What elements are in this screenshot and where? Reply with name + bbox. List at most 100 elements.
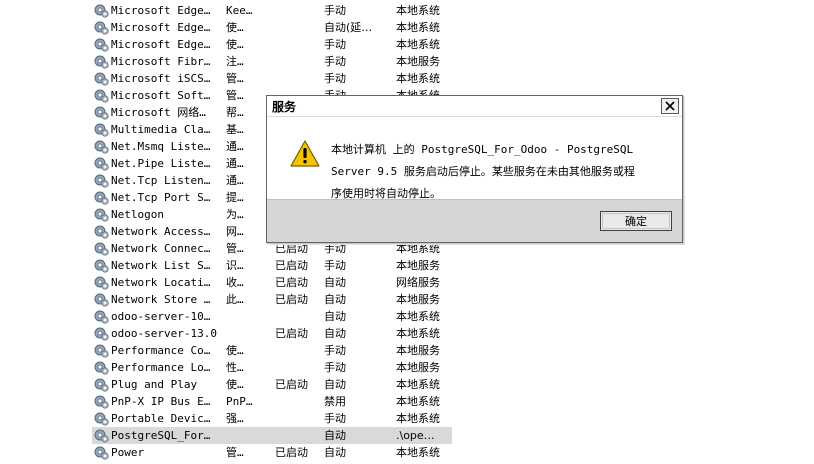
service-name: Microsoft Fibr…	[111, 55, 211, 68]
gear-icon	[94, 54, 109, 69]
service-row[interactable]: Microsoft Edge… Kee… 手动 本地系统	[92, 2, 452, 19]
service-logon-as: 本地服务	[396, 259, 440, 272]
service-name: Performance Lo…	[111, 361, 211, 374]
gear-icon	[94, 326, 109, 341]
gear-icon	[94, 122, 109, 137]
service-row[interactable]: Plug and Play 使… 已启动 自动 本地系统	[92, 376, 452, 393]
gear-icon	[94, 139, 109, 154]
gear-icon	[94, 360, 109, 375]
service-name: Network Store …	[111, 293, 211, 306]
service-status: 已启动	[275, 276, 308, 289]
service-startup-type: 自动	[324, 327, 346, 340]
service-startup-type: 手动	[324, 72, 346, 85]
gear-icon	[94, 258, 109, 273]
gear-icon	[94, 173, 109, 188]
service-description: 识…	[226, 259, 244, 272]
service-row[interactable]: Power 管… 已启动 自动 本地系统	[92, 444, 452, 461]
service-logon-as: 本地系统	[396, 21, 440, 34]
service-name: Microsoft Soft…	[111, 89, 211, 102]
service-row[interactable]: Performance Lo… 性… 手动 本地服务	[92, 359, 452, 376]
service-startup-type: 手动	[324, 55, 346, 68]
service-row[interactable]: odoo-server-10… 自动 本地系统	[92, 308, 452, 325]
dialog-titlebar[interactable]: 服务	[267, 96, 682, 117]
warning-icon	[290, 140, 320, 170]
gear-icon	[94, 343, 109, 358]
service-startup-type: 手动	[324, 361, 346, 374]
message-line: Server 9.5 服务启动后停止。某些服务在未由其他服务或程	[331, 165, 635, 178]
service-logon-as: 本地服务	[396, 344, 440, 357]
gear-icon	[94, 445, 109, 460]
service-status: 已启动	[275, 259, 308, 272]
service-name: Power	[111, 446, 145, 459]
service-name: Microsoft 网络…	[111, 106, 206, 119]
service-description: 使…	[226, 21, 244, 34]
service-logon-as: 本地系统	[396, 72, 440, 85]
gear-icon	[94, 275, 109, 290]
service-name: PostgreSQL_For…	[111, 429, 211, 442]
service-logon-as: 本地系统	[396, 38, 440, 51]
service-name: PnP-X IP Bus E…	[111, 395, 211, 408]
service-row[interactable]: Microsoft iSCS… 管… 手动 本地系统	[92, 70, 452, 87]
service-row[interactable]: PostgreSQL_For… 自动 .\ope…	[92, 427, 452, 444]
close-icon	[665, 101, 675, 111]
service-startup-type: 自动	[324, 310, 346, 323]
service-row[interactable]: Microsoft Edge… 使… 手动 本地系统	[92, 36, 452, 53]
service-startup-type: 手动	[324, 4, 346, 17]
close-button[interactable]	[661, 98, 679, 114]
service-name: Network Access…	[111, 225, 211, 238]
service-startup-type: 手动	[324, 259, 346, 272]
service-status: 已启动	[275, 446, 308, 459]
service-logon-as: 本地系统	[396, 412, 440, 425]
service-name: Portable Devic…	[111, 412, 211, 425]
gear-icon	[94, 411, 109, 426]
service-startup-type: 自动	[324, 378, 346, 391]
service-startup-type: 自动(延…	[324, 21, 373, 34]
service-row[interactable]: Network Locati… 收… 已启动 自动 网络服务	[92, 274, 452, 291]
service-name: Net.Tcp Listen…	[111, 174, 211, 187]
service-description: PnP…	[226, 395, 253, 408]
service-row[interactable]: PnP-X IP Bus E… PnP… 禁用 本地系统	[92, 393, 452, 410]
service-name: Microsoft Edge…	[111, 38, 211, 51]
service-startup-type: 自动	[324, 276, 346, 289]
dialog-body: 本地计算机 上的 PostgreSQL_For_Odoo - PostgreSQ…	[267, 117, 682, 199]
gear-icon	[94, 292, 109, 307]
service-row[interactable]: Network Store … 此… 已启动 自动 本地服务	[92, 291, 452, 308]
services-error-dialog: 服务 本地计算机 上的 PostgreSQL_For_Odoo - Postgr…	[266, 95, 683, 243]
ok-button[interactable]: 确定	[600, 211, 672, 231]
service-row[interactable]: odoo-server-13.0 已启动 自动 本地系统	[92, 325, 452, 342]
service-name: Microsoft Edge…	[111, 21, 211, 34]
service-row[interactable]: Microsoft Edge… 使… 自动(延… 本地系统	[92, 19, 452, 36]
service-name: Net.Msmq Liste…	[111, 140, 211, 153]
service-logon-as: 本地系统	[396, 4, 440, 17]
service-logon-as: 本地系统	[396, 395, 440, 408]
service-row[interactable]: Network List S… 识… 已启动 手动 本地服务	[92, 257, 452, 274]
service-startup-type: 手动	[324, 38, 346, 51]
service-startup-type: 禁用	[324, 395, 346, 408]
service-name: Netlogon	[111, 208, 164, 221]
service-description: 使…	[226, 344, 244, 357]
service-description: 使…	[226, 378, 244, 391]
service-status: 已启动	[275, 327, 308, 340]
gear-icon	[94, 207, 109, 222]
service-logon-as: 本地服务	[396, 361, 440, 374]
gear-icon	[94, 224, 109, 239]
service-status: 已启动	[275, 293, 308, 306]
gear-icon	[94, 37, 109, 52]
service-startup-type: 自动	[324, 446, 346, 459]
service-name: Multimedia Cla…	[111, 123, 211, 136]
service-logon-as: 本地服务	[396, 55, 440, 68]
service-row[interactable]: Performance Co… 使… 手动 本地服务	[92, 342, 452, 359]
gear-icon	[94, 88, 109, 103]
service-name: odoo-server-13.0	[111, 327, 217, 340]
service-row[interactable]: Microsoft Fibr… 注… 手动 本地服务	[92, 53, 452, 70]
service-description: 性…	[226, 361, 244, 374]
service-logon-as: 本地系统	[396, 310, 440, 323]
service-logon-as: 本地系统	[396, 327, 440, 340]
service-name: odoo-server-10…	[111, 310, 211, 323]
service-row[interactable]: Portable Devic… 强… 手动 本地系统	[92, 410, 452, 427]
service-logon-as: 本地系统	[396, 378, 440, 391]
service-description: 管…	[226, 72, 244, 85]
service-startup-type: 手动	[324, 412, 346, 425]
service-logon-as: 本地系统	[396, 446, 440, 459]
service-name: Microsoft Edge…	[111, 4, 211, 17]
